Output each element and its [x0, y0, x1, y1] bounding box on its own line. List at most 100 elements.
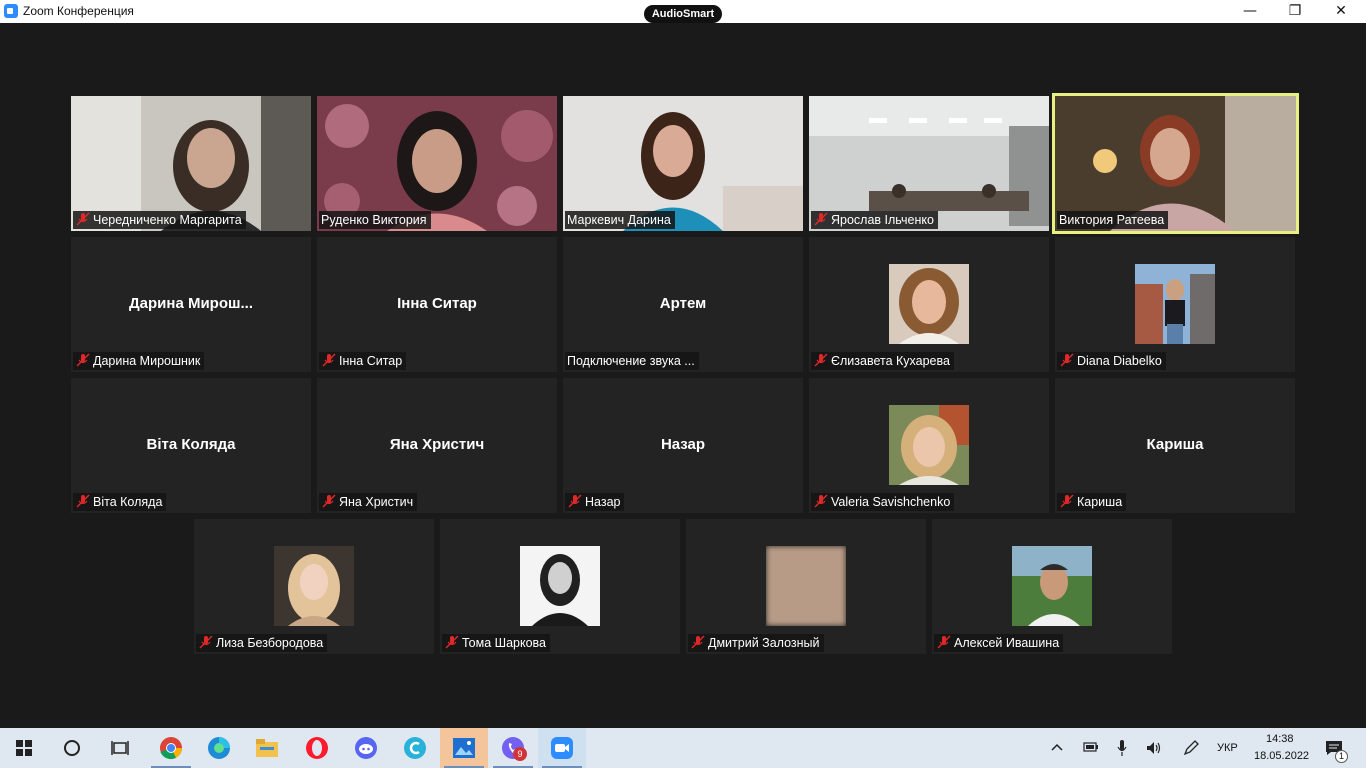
task-view-icon: [111, 741, 129, 755]
start-button[interactable]: [0, 728, 48, 768]
participant-display-name: Віта Коляда: [146, 436, 236, 453]
muted-mic-icon: [199, 635, 213, 649]
pen-icon[interactable]: [1182, 739, 1200, 757]
clock-time[interactable]: 14:38: [1266, 733, 1294, 745]
discord-icon: [355, 737, 377, 759]
muted-mic-icon: [814, 353, 828, 367]
participant-name-label: Diana Diabelko: [1057, 352, 1166, 370]
windows-taskbar: 9 УКР 14:38 18.05.2022 1: [0, 728, 1366, 768]
participant-name-label: Виктория Ратеева: [1057, 211, 1169, 229]
profile-photo: [274, 546, 354, 626]
muted-mic-icon: [937, 635, 951, 649]
participant-tile[interactable]: Дарина Мирош... Дарина Мирошник: [71, 237, 311, 372]
clock-date[interactable]: 18.05.2022: [1254, 750, 1309, 762]
taskbar-opera[interactable]: [293, 728, 341, 768]
notification-count-badge: 1: [1335, 750, 1348, 763]
participant-name-label: Алексей Ивашина: [934, 634, 1064, 652]
active-speaker-tile[interactable]: Виктория Ратеева: [1052, 93, 1299, 234]
muted-mic-icon: [691, 635, 705, 649]
search-button[interactable]: [48, 728, 96, 768]
taskbar-zoom[interactable]: [538, 728, 586, 768]
muted-mic-icon: [445, 635, 459, 649]
participant-name-label: Яна Христич: [319, 493, 418, 511]
input-language[interactable]: УКР: [1217, 742, 1238, 754]
profile-photo: [889, 405, 969, 485]
participant-display-name: Яна Христич: [389, 436, 485, 453]
taskbar-discord[interactable]: [342, 728, 390, 768]
chevron-up-icon[interactable]: [1051, 742, 1063, 752]
participant-tile[interactable]: Тома Шаркова: [440, 519, 680, 654]
participant-name-label: Ярослав Ільченко: [811, 211, 938, 229]
muted-mic-icon: [76, 212, 90, 226]
participant-name-label: Інна Ситар: [319, 352, 407, 370]
participant-name-label: Подключение звука ...: [565, 352, 699, 370]
audiosmart-badge[interactable]: AudioSmart: [644, 5, 722, 23]
minimize-button[interactable]: —: [1227, 0, 1273, 23]
muted-mic-icon: [814, 212, 828, 226]
participant-tile[interactable]: Valeria Savishchenko: [809, 378, 1049, 513]
participant-tile[interactable]: Назар Назар: [563, 378, 803, 513]
participant-tile[interactable]: Артем Подключение звука ...: [563, 237, 803, 372]
window-title: Zoom Конференция: [23, 4, 134, 18]
profile-photo: [1135, 264, 1215, 344]
task-view-button[interactable]: [96, 728, 144, 768]
restore-button[interactable]: ❐: [1272, 0, 1318, 23]
profile-photo: [1012, 546, 1092, 626]
zoom-app-icon: [551, 737, 573, 759]
participant-tile[interactable]: Інна Ситар Інна Ситар: [317, 237, 557, 372]
participant-name-label: Лиза Безбородова: [196, 634, 328, 652]
photos-icon: [453, 738, 475, 758]
cortana-c-icon: [404, 737, 426, 759]
participant-display-name: Назар: [660, 436, 706, 453]
muted-mic-icon: [322, 494, 336, 508]
opera-icon: [306, 737, 328, 759]
muted-mic-icon: [1060, 494, 1074, 508]
participant-name-label: Тома Шаркова: [442, 634, 551, 652]
taskbar-edge[interactable]: [195, 728, 243, 768]
participant-name-label: Дарина Мирошник: [73, 352, 205, 370]
participant-tile[interactable]: Руденко Виктория: [317, 96, 557, 231]
participant-display-name: Кариша: [1146, 436, 1204, 453]
gallery-view: Чередниченко Маргарита Руденко Виктория …: [0, 23, 1366, 728]
volume-icon[interactable]: [1145, 740, 1163, 756]
windows-icon: [16, 740, 32, 756]
viber-unread-badge: 9: [513, 747, 527, 761]
muted-mic-icon: [322, 353, 336, 367]
muted-mic-icon: [76, 353, 90, 367]
participant-tile[interactable]: Єлизавета Кухарева: [809, 237, 1049, 372]
participant-tile[interactable]: Diana Diabelko: [1055, 237, 1295, 372]
taskbar-cc-app[interactable]: [391, 728, 439, 768]
participant-tile[interactable]: Дмитрий Залозный: [686, 519, 926, 654]
zoom-icon: [4, 4, 18, 18]
taskbar-chrome[interactable]: [147, 728, 195, 768]
battery-icon[interactable]: [1083, 741, 1099, 753]
chrome-icon: [160, 737, 182, 760]
profile-photo: [766, 546, 846, 626]
profile-photo: [889, 264, 969, 344]
participant-name-label: Руденко Виктория: [319, 211, 431, 229]
participant-tile[interactable]: Маркевич Дарина: [563, 96, 803, 231]
profile-photo: [520, 546, 600, 626]
taskbar-explorer[interactable]: [243, 728, 291, 768]
participant-name-label: Дмитрий Залозный: [688, 634, 824, 652]
participant-display-name: Артем: [659, 295, 707, 312]
close-button[interactable]: ✕: [1318, 0, 1364, 23]
participant-tile[interactable]: Лиза Безбородова: [194, 519, 434, 654]
taskbar-viber[interactable]: 9: [489, 728, 537, 768]
participant-display-name: Інна Ситар: [397, 295, 477, 312]
participant-tile[interactable]: Віта Коляда Віта Коляда: [71, 378, 311, 513]
muted-mic-icon: [1060, 353, 1074, 367]
participant-tile[interactable]: Алексей Ивашина: [932, 519, 1172, 654]
participant-name-label: Чередниченко Маргарита: [73, 211, 246, 229]
participant-name-label: Valeria Savishchenko: [811, 493, 955, 511]
participant-tile[interactable]: Чередниченко Маргарита: [71, 96, 311, 231]
participant-tile[interactable]: Кариша Кариша: [1055, 378, 1295, 513]
participant-tile[interactable]: Яна Христич Яна Христич: [317, 378, 557, 513]
participant-name-label: Кариша: [1057, 493, 1127, 511]
muted-mic-icon: [814, 494, 828, 508]
taskbar-photos[interactable]: [440, 728, 488, 768]
participant-tile[interactable]: Ярослав Ільченко: [809, 96, 1049, 231]
microphone-icon[interactable]: [1116, 739, 1128, 757]
cortana-circle-icon: [64, 740, 80, 756]
muted-mic-icon: [76, 494, 90, 508]
